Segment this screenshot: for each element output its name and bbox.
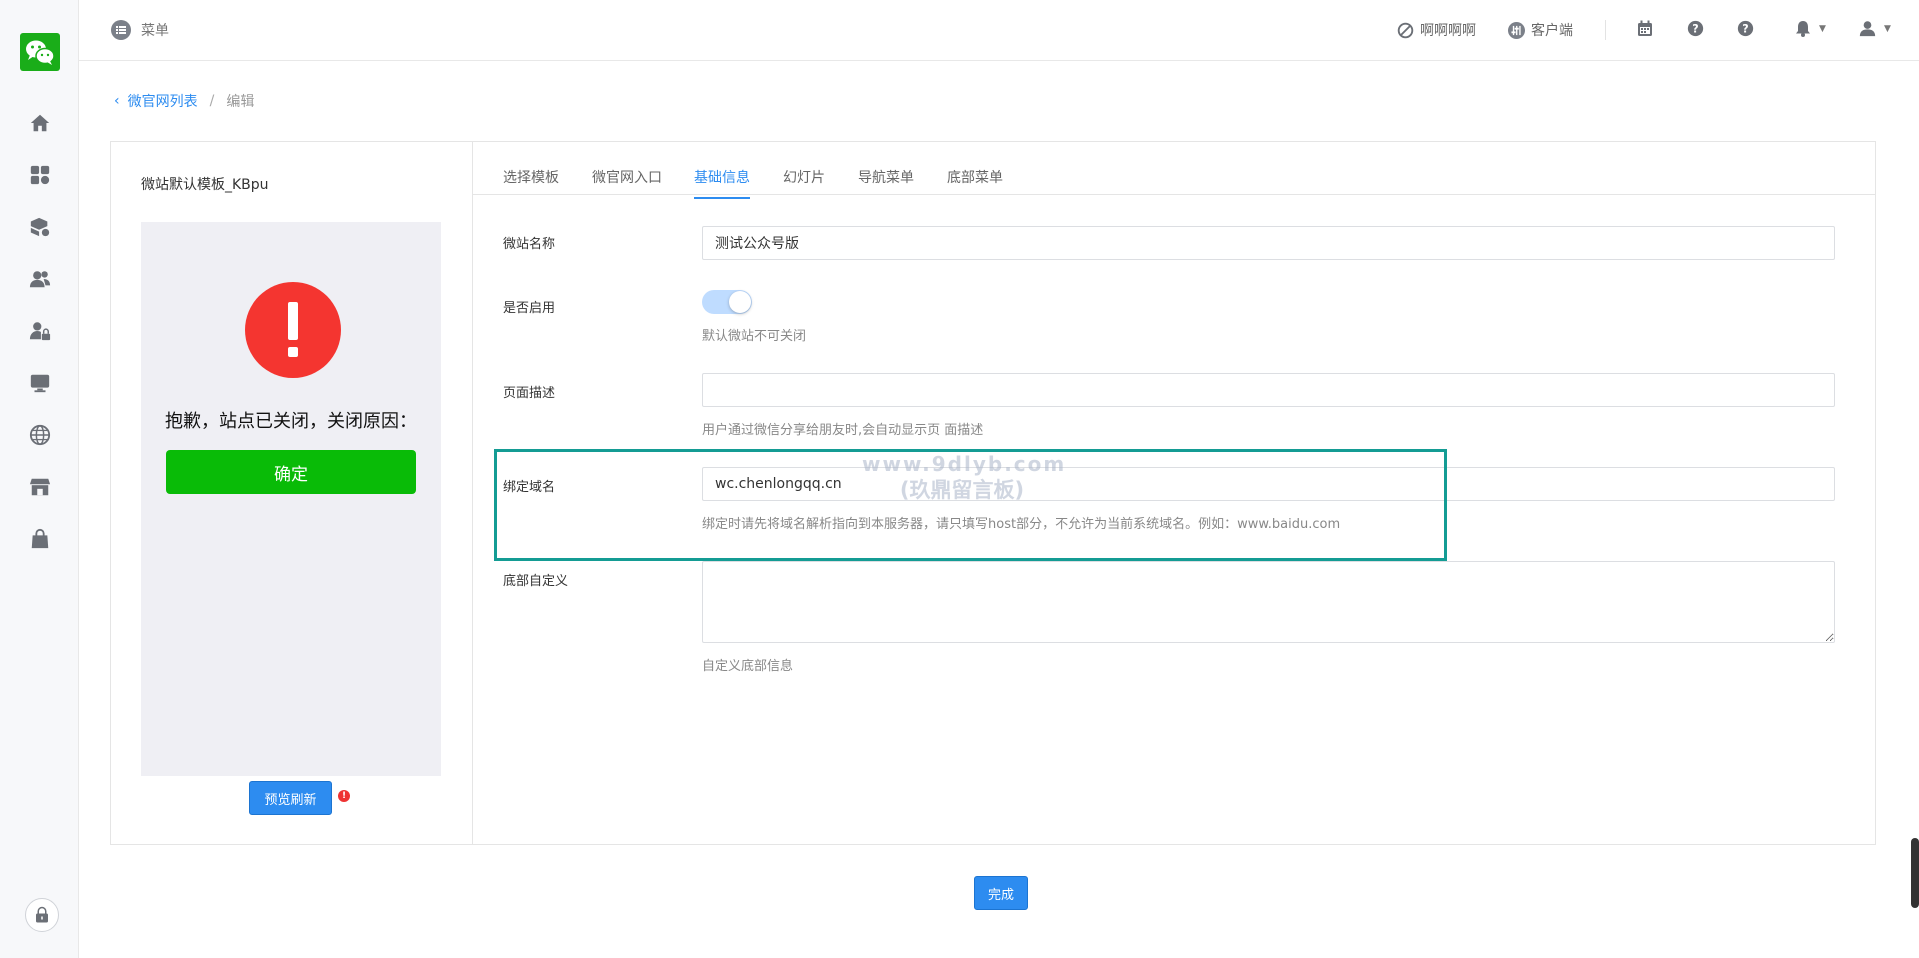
scrollbar-handle[interactable] (1911, 838, 1919, 908)
watermark-line-1: www.9dlyb.com (862, 452, 1067, 476)
back-chevron-icon[interactable]: ‹ (114, 93, 120, 109)
tab-nav-menu[interactable]: 导航菜单 (858, 167, 914, 197)
users-icon[interactable] (28, 267, 52, 291)
client-icon (1508, 21, 1525, 39)
warning-info-icon[interactable]: ! (338, 790, 350, 802)
template-name: 微站默认模板_KBpu (141, 177, 269, 193)
store-icon[interactable] (28, 475, 52, 499)
description-help: 用户通过微信分享给朋友时,会自动显示页 面描述 (702, 423, 984, 438)
tab-select-template[interactable]: 选择模板 (503, 167, 559, 197)
tab-slideshow[interactable]: 幻灯片 (783, 167, 825, 197)
watermark: www.9dlyb.com (玖鼎留言板) (862, 451, 1067, 503)
notification-bell-icon[interactable]: ▼ (1795, 20, 1826, 37)
tab-basic-info[interactable]: 基础信息 (694, 167, 750, 199)
globe-icon[interactable] (28, 423, 52, 447)
header-client-label: 客户端 (1531, 23, 1573, 39)
enabled-help: 默认微站不可关闭 (702, 329, 807, 344)
breadcrumb-parent-link[interactable]: 微官网列表 (128, 91, 198, 111)
description-label: 页面描述 (503, 386, 556, 401)
chevron-down-icon: ▼ (1884, 23, 1891, 34)
list-menu-icon (111, 20, 131, 40)
shopping-bag-icon[interactable] (28, 527, 52, 551)
header-separator (1605, 20, 1606, 40)
preview-column: 微站默认模板_KBpu 抱歉，站点已关闭，关闭原因： 确定 预览刷新 ! (111, 142, 473, 844)
menu-toggle[interactable]: 菜单 (111, 20, 169, 40)
footer-help: 自定义底部信息 (702, 659, 794, 674)
header-account-link[interactable]: 啊啊啊啊 (1397, 20, 1476, 40)
breadcrumb: ‹ 微官网列表 / 编辑 (114, 91, 254, 111)
description-input[interactable] (702, 373, 1835, 407)
svg-text:?: ? (1742, 22, 1748, 35)
site-closed-message: 抱歉，站点已关闭，关闭原因： (165, 411, 417, 432)
user-lock-icon[interactable] (28, 319, 52, 343)
enabled-label: 是否启用 (503, 301, 556, 316)
tab-site-entry[interactable]: 微官网入口 (592, 167, 662, 197)
user-avatar-icon[interactable]: ▼ (1859, 20, 1891, 37)
lock-icon (36, 906, 48, 923)
wechat-logo-icon[interactable] (20, 33, 60, 71)
apps-icon[interactable] (28, 163, 52, 187)
site-name-input[interactable] (702, 226, 1835, 260)
svg-text:?: ? (1692, 22, 1698, 35)
monitor-icon[interactable] (28, 371, 52, 395)
breadcrumb-current: 编辑 (226, 94, 255, 110)
chevron-down-icon: ▼ (1819, 23, 1826, 34)
tab-bar: 选择模板 微官网入口 基础信息 幻灯片 导航菜单 底部菜单 (473, 142, 1875, 199)
header-account-label: 啊啊啊啊 (1420, 23, 1476, 39)
sidebar (0, 0, 79, 958)
done-button[interactable]: 完成 (974, 876, 1028, 910)
watermark-line-2: (玖鼎留言板) (899, 478, 1025, 502)
footer-label: 底部自定义 (503, 574, 569, 589)
confirm-button[interactable]: 确定 (166, 450, 416, 494)
preview-refresh-button[interactable]: 预览刷新 (249, 781, 332, 815)
lock-screen-button[interactable] (25, 898, 59, 932)
tab-footer-menu[interactable]: 底部菜单 (947, 167, 1003, 197)
exclamation-icon (245, 282, 341, 378)
site-name-label: 微站名称 (503, 237, 556, 252)
breadcrumb-separator: / (209, 93, 215, 109)
calendar-icon[interactable] (1637, 20, 1653, 37)
enabled-toggle[interactable] (702, 290, 752, 314)
home-icon[interactable] (28, 111, 52, 135)
phone-preview: 抱歉，站点已关闭，关闭原因： 确定 (141, 222, 441, 776)
help-icon[interactable]: ? (1687, 20, 1704, 37)
ban-icon (1397, 22, 1414, 38)
menu-label: 菜单 (141, 23, 169, 39)
toggle-knob (729, 291, 751, 313)
footer-textarea[interactable] (702, 561, 1835, 643)
help-icon-secondary[interactable]: ? (1737, 20, 1754, 37)
top-header: 菜单 啊啊啊啊 客户端 ? ? ▼ ▼ (79, 0, 1919, 61)
package-settings-icon[interactable] (28, 215, 52, 239)
header-client-link[interactable]: 客户端 (1508, 20, 1573, 40)
